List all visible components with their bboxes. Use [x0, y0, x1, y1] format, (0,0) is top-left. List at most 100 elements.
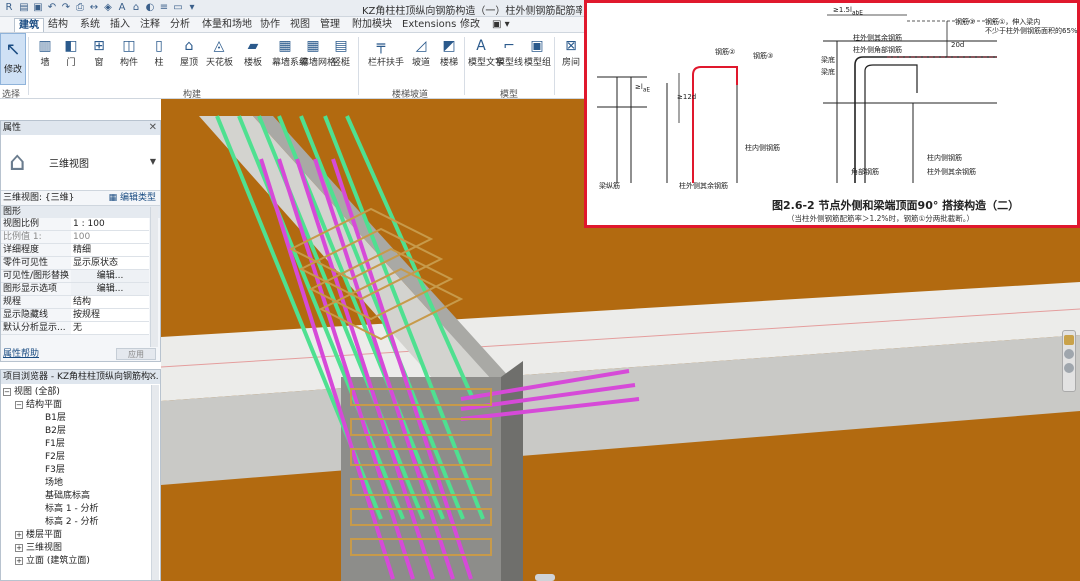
rebar-path: [864, 64, 918, 183]
window-button[interactable]: ⊞ 窗: [86, 35, 112, 69]
viewcube-icon[interactable]: [1064, 335, 1074, 345]
properties-scrollbar[interactable]: [150, 207, 158, 347]
collapse-icon[interactable]: −: [15, 400, 23, 409]
redo-icon[interactable]: ↷: [60, 2, 72, 14]
measure-icon[interactable]: ↔: [88, 2, 100, 14]
app-menu-icon[interactable]: R: [3, 2, 15, 14]
column-button[interactable]: ▯ 柱: [146, 35, 172, 69]
apply-button[interactable]: 应用: [116, 348, 156, 360]
tree-item[interactable]: B2层: [45, 425, 66, 437]
chevron-down-icon[interactable]: ▼: [150, 157, 156, 166]
tab-addins[interactable]: 附加模块: [348, 18, 396, 32]
wall-icon: ▥: [38, 38, 52, 54]
close-icon[interactable]: ✕: [149, 370, 157, 384]
ceiling-button[interactable]: ◬ 天花板: [206, 35, 233, 69]
zoom-icon[interactable]: [1064, 363, 1074, 373]
table-row: 详细程度 精细: [1, 243, 149, 258]
close-hidden-icon[interactable]: ▭: [172, 2, 184, 14]
tree-item[interactable]: F2层: [45, 451, 65, 463]
thin-lines-icon[interactable]: ≡: [158, 2, 170, 14]
prop-value[interactable]: 无: [71, 321, 149, 336]
tree-item[interactable]: 标高 1 - 分析: [45, 503, 99, 515]
room-button[interactable]: ⊠ 房间: [558, 35, 584, 69]
expand-icon[interactable]: +: [15, 530, 23, 539]
edit-type-button[interactable]: ▦ 编辑类型: [109, 191, 156, 206]
collapse-icon[interactable]: −: [3, 387, 11, 396]
revit-window: R ▤ ▣ ↶ ↷ ⎙ ↔ ◈ A ⌂ ◐ ≡ ▭ ▾ KZ角柱柱顶纵向钢筋构造…: [0, 0, 1080, 581]
tab-modify[interactable]: 修改: [456, 18, 484, 32]
tab-massing-site[interactable]: 体量和场地: [198, 18, 256, 32]
modify-button[interactable]: ↖ 修改: [0, 33, 26, 85]
expand-icon[interactable]: +: [15, 543, 23, 552]
tab-architecture[interactable]: 建筑: [14, 18, 44, 32]
undo-icon[interactable]: ↶: [46, 2, 58, 14]
wall-button[interactable]: ▥ 墙: [32, 35, 58, 69]
mullion-button[interactable]: ▤ 竖梃: [328, 35, 354, 69]
railing-button[interactable]: ╤ 栏杆扶手: [368, 35, 404, 69]
tree-item[interactable]: F1层: [45, 438, 65, 450]
edit-button[interactable]: 编辑...: [71, 282, 149, 297]
door-button[interactable]: ◧ 门: [58, 35, 84, 69]
model-line-button[interactable]: ⌐ 模型线: [496, 35, 523, 69]
expand-icon[interactable]: +: [15, 556, 23, 565]
tree-3d-views[interactable]: + 三维视图: [15, 542, 62, 554]
prop-value[interactable]: 1 : 100: [71, 218, 149, 232]
tree-elevations[interactable]: + 立面 (建筑立面): [15, 555, 90, 567]
model-text-button[interactable]: A 模型文字: [468, 35, 504, 69]
view-selector[interactable]: 三维视图: {三维}: [3, 193, 74, 203]
ramp-icon: ◿: [415, 38, 427, 54]
tree-item[interactable]: 标高 2 - 分析: [45, 516, 99, 528]
text-icon[interactable]: A: [116, 2, 128, 14]
prop-value[interactable]: 精细: [71, 243, 149, 258]
roof-icon: ⌂: [184, 38, 194, 54]
steering-wheel-icon[interactable]: [1064, 349, 1074, 359]
tab-structure[interactable]: 结构: [44, 18, 72, 32]
model-group-button[interactable]: ▣ 模型组: [524, 35, 551, 69]
tag-icon[interactable]: ◈: [102, 2, 114, 14]
tab-view[interactable]: 视图: [286, 18, 314, 32]
graphics-group-header[interactable]: 图形: [1, 206, 160, 218]
save-icon[interactable]: ▣: [32, 2, 44, 14]
tab-collaborate[interactable]: 协作: [256, 18, 284, 32]
component-button[interactable]: ◫ 构件: [116, 35, 142, 69]
stair-button[interactable]: ◩ 楼梯: [436, 35, 462, 69]
tree-structural-plans[interactable]: − 结构平面: [15, 399, 62, 411]
tree-item[interactable]: B1层: [45, 412, 66, 424]
navigation-bar[interactable]: [1062, 330, 1076, 392]
tab-manage[interactable]: 管理: [316, 18, 344, 32]
tree-item[interactable]: 基础底标高: [45, 490, 90, 502]
tree-item[interactable]: 场地: [45, 477, 63, 489]
tree-root[interactable]: − 视图 (全部): [3, 386, 60, 398]
properties-help-link[interactable]: 属性帮助: [3, 347, 39, 361]
instance-filter[interactable]: 三维视图: {三维} ▦ 编辑类型: [1, 191, 160, 206]
floor-button[interactable]: ▰ 楼板: [240, 35, 266, 69]
tab-extensions[interactable]: Extensions: [398, 18, 460, 32]
prop-value[interactable]: 结构: [71, 295, 149, 310]
prop-value[interactable]: 显示原状态: [71, 256, 149, 271]
curtain-grid-button[interactable]: ▦ 幕墙网格: [300, 35, 336, 69]
section-icon[interactable]: ◐: [144, 2, 156, 14]
browser-scrollbar[interactable]: [151, 385, 159, 580]
edit-button[interactable]: 编辑...: [71, 269, 149, 284]
tab-analyze[interactable]: 分析: [166, 18, 194, 32]
close-icon[interactable]: ✕: [149, 121, 157, 135]
switch-windows-icon[interactable]: ▾: [186, 2, 198, 14]
print-icon[interactable]: ⎙: [74, 2, 86, 14]
curtain-system-button[interactable]: ▦ 幕墙系统: [272, 35, 308, 69]
select-panel-label[interactable]: 选择: [2, 87, 20, 100]
tab-insert[interactable]: 插入: [106, 18, 134, 32]
prop-value[interactable]: 按规程: [71, 308, 149, 323]
tab-annotate[interactable]: 注释: [136, 18, 164, 32]
ramp-button[interactable]: ◿ 坡道: [408, 35, 434, 69]
tab-systems[interactable]: 系统: [76, 18, 104, 32]
open-icon[interactable]: ▤: [18, 2, 30, 14]
ribbon-options-icon[interactable]: ▣ ▾: [488, 18, 514, 32]
type-selector[interactable]: ⌂ 三维视图 ▼: [1, 135, 160, 191]
tree-floor-plans-label: 楼层平面: [26, 530, 63, 540]
3d-view-type-icon: ⌂: [9, 147, 26, 177]
tree-item[interactable]: F3层: [45, 464, 65, 476]
3d-view-icon[interactable]: ⌂: [130, 2, 142, 14]
tree-floor-plans[interactable]: + 楼层平面: [15, 529, 62, 541]
roof-button[interactable]: ⌂ 屋顶: [176, 35, 202, 69]
view-scroll-handle[interactable]: [535, 574, 555, 581]
